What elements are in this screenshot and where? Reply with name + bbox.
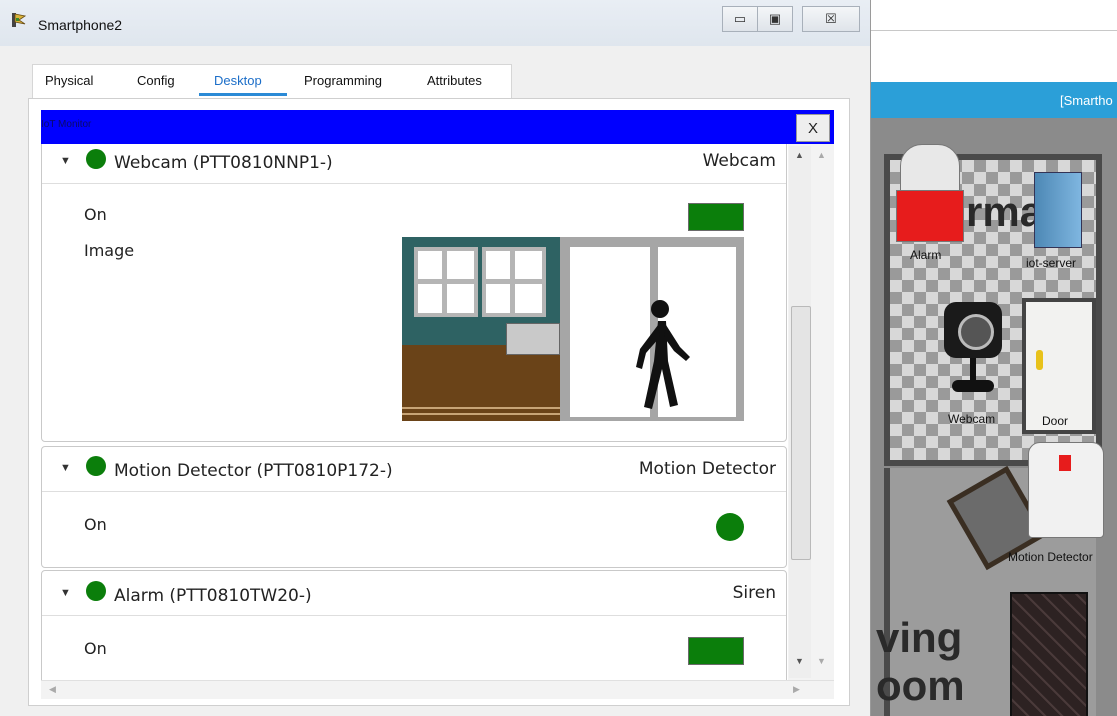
active-tab-indicator bbox=[199, 93, 287, 96]
door-device-label: Door bbox=[1042, 414, 1069, 428]
minimize-button[interactable]: ▭ bbox=[722, 6, 758, 32]
vertical-scroll-thumb[interactable] bbox=[791, 306, 811, 560]
cabinet-icon bbox=[1010, 592, 1088, 716]
iot-server-icon[interactable] bbox=[1034, 172, 1082, 248]
iot-server-label: iot-server bbox=[1026, 256, 1077, 270]
webcam-image bbox=[402, 237, 744, 421]
motion-detector-device-label: Motion Detector bbox=[1008, 550, 1093, 564]
motion-detector-device-icon[interactable] bbox=[1028, 442, 1104, 538]
tab-attributes[interactable]: Attributes bbox=[427, 73, 482, 88]
scroll-left-arrow-icon[interactable]: ◀ bbox=[49, 684, 56, 695]
device-card-alarm: ▼ Alarm (PTT0810TW20-) Siren On bbox=[41, 570, 787, 680]
close-window-button[interactable]: ☒ bbox=[802, 6, 860, 32]
device-name: Alarm (PTT0810TW20-) bbox=[114, 586, 312, 606]
device-type: Siren bbox=[732, 583, 776, 603]
device-name: Motion Detector (PTT0810P172-) bbox=[114, 461, 393, 481]
title-bar[interactable]: Smartphone2 ▭ ▣ ☒ bbox=[0, 0, 870, 46]
maximize-button[interactable]: ▣ bbox=[757, 6, 793, 32]
property-image-label: Image bbox=[84, 241, 135, 260]
tab-config[interactable]: Config bbox=[137, 73, 175, 88]
device-type: Motion Detector bbox=[638, 459, 776, 479]
workspace-header: [Smartho bbox=[870, 82, 1117, 118]
property-on-label: On bbox=[84, 639, 107, 658]
webcam-device-label: Webcam bbox=[948, 412, 996, 426]
alarm-device-icon[interactable] bbox=[894, 144, 964, 242]
device-card-header[interactable]: ▼ Alarm (PTT0810TW20-) Siren bbox=[42, 571, 786, 616]
collapse-caret-icon[interactable]: ▼ bbox=[60, 587, 71, 599]
alarm-device-label: Alarm bbox=[910, 248, 942, 262]
horizontal-scrollbar[interactable]: ◀ ▶ bbox=[41, 680, 834, 699]
alarm-on-indicator[interactable] bbox=[688, 637, 744, 665]
workspace-canvas[interactable]: rma ving oom Alarm iot-server Webcam Doo… bbox=[870, 118, 1117, 716]
iot-monitor-title-bar: IoT Monitor X bbox=[41, 110, 834, 144]
tab-desktop[interactable]: Desktop bbox=[214, 73, 262, 88]
webcam-on-indicator[interactable] bbox=[688, 203, 744, 231]
workspace-header-title: [Smartho bbox=[1060, 93, 1113, 108]
status-dot-icon bbox=[86, 149, 106, 169]
property-on-label: On bbox=[84, 515, 107, 534]
device-card-header[interactable]: ▼ Webcam (PTT0810NNP1-) Webcam bbox=[42, 144, 786, 184]
motion-on-indicator bbox=[716, 513, 744, 541]
iot-monitor-title: IoT Monitor bbox=[41, 119, 92, 130]
walking-person-icon bbox=[636, 300, 690, 409]
iot-monitor-close-button[interactable]: X bbox=[796, 114, 830, 142]
room-text-bottom-1: ving bbox=[876, 614, 963, 661]
scroll-up-arrow-icon[interactable]: ▲ bbox=[817, 150, 826, 160]
status-dot-icon bbox=[86, 581, 106, 601]
webcam-device-icon[interactable] bbox=[944, 302, 1002, 394]
property-on-label: On bbox=[84, 205, 107, 224]
scroll-up-arrow-icon[interactable]: ▲ bbox=[795, 150, 804, 160]
scroll-down-arrow-icon[interactable]: ▼ bbox=[795, 656, 804, 666]
tab-physical[interactable]: Physical bbox=[45, 73, 93, 88]
window-title: Smartphone2 bbox=[38, 17, 123, 33]
collapse-caret-icon[interactable]: ▼ bbox=[60, 462, 71, 474]
room-text-top: rma bbox=[966, 188, 1044, 235]
smartphone-app-icon bbox=[12, 13, 26, 27]
status-dot-icon bbox=[86, 456, 106, 476]
device-name: Webcam (PTT0810NNP1-) bbox=[114, 153, 333, 173]
tab-programming[interactable]: Programming bbox=[304, 73, 382, 88]
scroll-down-arrow-icon[interactable]: ▼ bbox=[817, 656, 826, 666]
window-controls: ▭ ▣ ☒ bbox=[722, 6, 860, 32]
tab-bar: Physical Config Desktop Programming Attr… bbox=[32, 64, 512, 99]
device-window: Smartphone2 ▭ ▣ ☒ Physical Config Deskto… bbox=[0, 0, 871, 716]
collapse-caret-icon[interactable]: ▼ bbox=[60, 155, 71, 167]
device-type: Webcam bbox=[702, 151, 776, 171]
device-card-header[interactable]: ▼ Motion Detector (PTT0810P172-) Motion … bbox=[42, 447, 786, 492]
workspace-divider bbox=[870, 30, 1117, 31]
device-card-motion-detector: ▼ Motion Detector (PTT0810P172-) Motion … bbox=[41, 446, 787, 568]
scroll-right-arrow-icon[interactable]: ▶ bbox=[793, 684, 800, 695]
room-text-bottom-2: oom bbox=[876, 662, 965, 709]
